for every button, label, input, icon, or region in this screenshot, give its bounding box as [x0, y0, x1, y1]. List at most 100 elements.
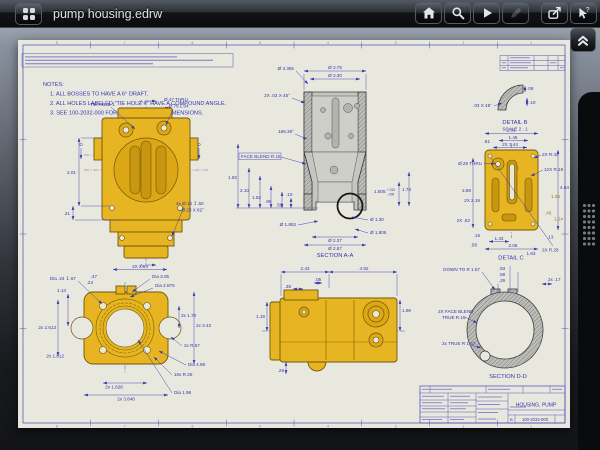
dim-label: 1.13: [57, 288, 66, 293]
dim-label: 2x 2.613: [38, 325, 56, 330]
zone-number: 1: [530, 424, 532, 428]
sheet-size: B: [510, 417, 513, 422]
share-button[interactable]: [541, 2, 568, 24]
drawing-sheet[interactable]: 8 7 6 5 4 3 2 1 8 7 6 5 4 3 2 1: [18, 40, 570, 428]
zone-number: 5: [259, 41, 261, 45]
play-icon: [480, 6, 494, 20]
dim-label: Ø.28 THRU: [458, 161, 482, 166]
zoom-button[interactable]: [444, 2, 471, 24]
dim-label: Ø 1.30: [370, 217, 384, 222]
dim-label: .81: [484, 139, 491, 144]
share-icon: [547, 6, 562, 20]
notes-title: NOTES:: [43, 82, 64, 88]
dim-label: DOWN TO R 1.57: [443, 267, 480, 272]
double-chevron-up-icon: [575, 32, 591, 48]
section-arrow-label: D: [197, 142, 201, 147]
dim-label: 1.98: [402, 308, 411, 313]
zone-number: 6: [191, 41, 193, 45]
dim-label: .31: [64, 211, 71, 216]
flange-view: 2X 2.84 .47 .24 Dia 3.05 Dia 2.875 Dia .…: [38, 264, 211, 402]
dim-label: Dia 2.875: [155, 283, 175, 288]
grip-dots: [583, 204, 596, 248]
dim-label: 2.01: [507, 128, 516, 133]
section-aa-view: Ø 3.75 Ø 3.30 Ø 3.365 2X .03 X 45° 166.3…: [228, 65, 411, 259]
dim-label: 10x R.25: [174, 372, 193, 377]
dim-label: .03 X 45°: [473, 103, 492, 108]
dim-label: .10: [286, 192, 293, 197]
background-panel: [578, 92, 600, 450]
dim-label: 1.505: [374, 189, 386, 194]
pointer-help-icon: ?: [576, 6, 591, 20]
dim-label: 1.63: [527, 251, 536, 256]
dim-label: Ø 3.365: [278, 66, 295, 71]
dim-label: 2X .03 X 45°: [264, 93, 290, 98]
dim-label: 1.19: [256, 314, 265, 319]
files-grid-button[interactable]: [15, 3, 42, 25]
viewport: 8 7 6 5 4 3 2 1 8 7 6 5 4 3 2 1: [0, 28, 600, 450]
dim-label: 2.43: [301, 266, 310, 271]
zone-number: 8: [56, 424, 58, 428]
zone-number: 7: [124, 424, 126, 428]
dim-label: .58: [471, 243, 478, 248]
zone-number: 4: [327, 41, 329, 45]
dim-label: .45: [545, 211, 552, 216]
detail-c-view: 2.01 1.45 2X 1.44 .81 Ø.28 THRU 3.59 2X …: [457, 128, 570, 262]
zone-number: 3: [395, 41, 397, 45]
zone-number: 5: [259, 424, 261, 428]
svg-text:?: ?: [586, 7, 590, 14]
front-view: TIE HOLE 1 Ø.47 THRU ⌴Ø.76 ↧.04 A A D D …: [64, 97, 208, 268]
dim-label: .26: [499, 278, 506, 283]
side-view: 2.43 4.92 .05 .38 1.19 1.98 .28: [256, 266, 411, 374]
dim-label: 2x TRUE R 1.57: [442, 341, 476, 346]
dim-label: 2.06: [509, 243, 518, 248]
dim-label: Ø 3.30: [328, 73, 342, 78]
play-animation-button[interactable]: [473, 2, 500, 24]
dim-label: .24: [87, 280, 94, 285]
dim-label: 4x Ø.16 ↧.50: [176, 201, 204, 206]
revision-table: [500, 56, 565, 71]
dim-label: 2X 2.19: [464, 198, 480, 203]
dim-label: .10: [529, 100, 536, 105]
toolbar: pump housing.edrw: [0, 0, 600, 28]
home-button[interactable]: [415, 2, 442, 24]
dim-label: 3.59: [462, 188, 471, 193]
zone-number: 2: [462, 41, 464, 45]
section-dd-view: DOWN TO R 1.57 .93 .58 .26 2x .17 2X FAC…: [438, 266, 561, 380]
dim-label: ⌴Ø.76 ↧.04: [165, 104, 189, 109]
zone-number: 1: [530, 41, 532, 45]
markup-pen-icon: [509, 6, 523, 20]
dim-label: 2X R.42: [542, 152, 559, 157]
dim-label: Ø 2.87: [328, 246, 342, 251]
detail-b-view: .08 .10 .03 X 45° DETAIL B SCALE 2 : 1: [473, 85, 536, 132]
dim-label: .28: [278, 368, 285, 373]
view-label: SECTION A-A: [317, 253, 354, 259]
dim-label: Dia 4.98: [188, 362, 206, 367]
zone-number: 7: [124, 41, 126, 45]
dim-label: .05: [315, 277, 322, 282]
dim-label: 2.01: [67, 170, 76, 175]
dim-label: 2x 1.828: [105, 385, 123, 390]
dim-label: TIE HOLE 1: [90, 102, 115, 107]
dim-label: 2x 3.848: [117, 397, 135, 402]
collapse-panel-button[interactable]: [570, 28, 596, 52]
dim-label: 2x 3.43: [196, 323, 212, 328]
magnifier-icon: [451, 6, 465, 20]
dim-label: 2X .62: [457, 218, 471, 223]
dim-label: Ø 1.805: [370, 230, 387, 235]
dim-label: Ø 3.75: [328, 65, 342, 70]
dim-label: 2x R.57: [184, 343, 200, 348]
home-icon: [422, 6, 436, 20]
help-pointer-button[interactable]: ?: [570, 2, 597, 24]
title-block: HOUSING, PUMP B 100-2032-000: [420, 386, 565, 423]
dim-label: -.000: [387, 193, 394, 197]
grid-icon: [23, 8, 35, 20]
toolbar-actions: ?: [413, 2, 597, 24]
dim-label: 4.63: [560, 185, 569, 190]
view-label: DETAIL B: [502, 120, 527, 126]
dim-label: .55: [276, 203, 283, 208]
note-line: 2. ALL HOLES LABELED "TIE HOLE #" HAVE A…: [50, 101, 227, 107]
dim-label: .08: [527, 86, 534, 91]
dim-label: .47: [91, 274, 98, 279]
markup-button-disabled[interactable]: [502, 2, 529, 24]
dim-label: 1.43: [495, 236, 504, 241]
